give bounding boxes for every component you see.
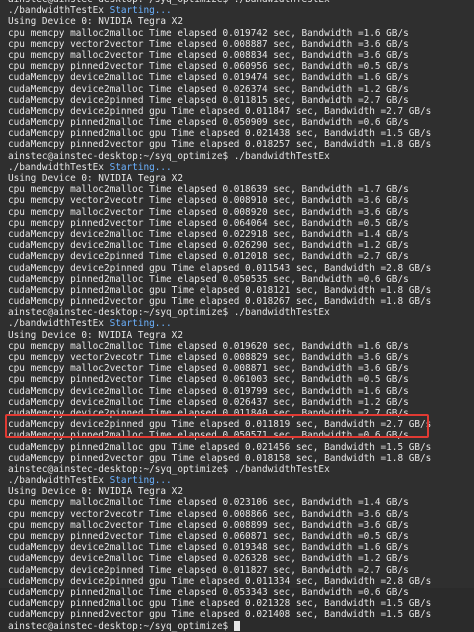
terminal-line: cudaMemcpy pinned2vector gpu Time elapse… bbox=[8, 139, 432, 151]
status-text: Starting... bbox=[109, 161, 172, 173]
terminal-line: cpu memcpy pinned2vector Time elapsed 0.… bbox=[8, 61, 409, 73]
terminal-line: cudaMemcpy device2malloc Time elapsed 0.… bbox=[8, 396, 409, 408]
terminal-line: cpu memcpy malloc2malloc Time elapsed 0.… bbox=[8, 27, 409, 39]
terminal-line-start: ./bandwidthTestEx Starting... bbox=[8, 5, 474, 16]
terminal-line: cudaMemcpy pinned2vector gpu Time elapse… bbox=[8, 296, 432, 308]
cursor-icon bbox=[233, 621, 240, 631]
terminal-line: cudaMemcpy pinned2malloc gpu Time elapse… bbox=[8, 128, 432, 140]
terminal-prompt-line: ainstec@ainstec-desktop:~/syq_optimize$ … bbox=[8, 150, 330, 162]
terminal-line: cpu memcpy pinned2vector Time elapsed 0.… bbox=[8, 531, 409, 542]
terminal-line: cudaMemcpy device2malloc Time elapsed 0.… bbox=[8, 72, 409, 84]
terminal-prompt-line: ainstec@ainstec-desktop:~/syq_optimize$ … bbox=[8, 463, 330, 475]
terminal-line: Using Device 0: NVIDIA Tegra X2 bbox=[8, 173, 183, 184]
terminal-line-start: ./bandwidthTestEx Starting... bbox=[8, 162, 474, 173]
terminal-line-start: ./bandwidthTestEx Starting... bbox=[8, 318, 474, 329]
terminal-line: cudaMemcpy pinned2malloc Time elapsed 0.… bbox=[8, 117, 409, 129]
status-text: Starting... bbox=[109, 475, 172, 487]
terminal-line: Using Device 0: NVIDIA Tegra X2 bbox=[8, 329, 183, 341]
terminal-line: Using Device 0: NVIDIA Tegra X2 bbox=[8, 16, 183, 28]
terminal-prompt-line: ainstec@ainstec-desktop:~/syq_optimize$ … bbox=[8, 307, 330, 319]
terminal-line: cudaMemcpy device2pinned Time elapsed 0.… bbox=[8, 94, 409, 106]
prompt-text: ainstec@ainstec-desktop:~/syq_optimize$ bbox=[8, 620, 234, 632]
terminal-line: cpu memcpy malloc2malloc Time elapsed 0.… bbox=[8, 184, 409, 196]
terminal-line: cpu memcpy pinned2vector Time elapsed 0.… bbox=[8, 374, 409, 386]
terminal-line: cpu memcpy malloc2malloc Time elapsed 0.… bbox=[8, 497, 409, 509]
terminal-output: ainstec@ainstec-desktop:~/syq_optimize$ … bbox=[8, 0, 474, 632]
terminal-line: cudaMemcpy device2pinned Time elapsed 0.… bbox=[8, 251, 409, 263]
terminal-line: cpu memcpy vector2vecotr Time elapsed 0.… bbox=[8, 195, 409, 207]
terminal-line-start: ./bandwidthTestEx Starting... bbox=[8, 475, 474, 486]
terminal-line: cpu memcpy malloc2malloc Time elapsed 0.… bbox=[8, 340, 409, 352]
terminal-line: cudaMemcpy device2malloc Time elapsed 0.… bbox=[8, 228, 409, 240]
terminal-line: cpu memcpy vector2vecotr Time elapsed 0.… bbox=[8, 352, 409, 363]
terminal-line: cudaMemcpy pinned2malloc Time elapsed 0.… bbox=[8, 273, 409, 285]
terminal-line: cudaMemcpy pinned2vector gpu Time elapse… bbox=[8, 609, 432, 621]
terminal-line: cudaMemcpy device2malloc Time elapsed 0.… bbox=[8, 553, 409, 565]
terminal-line: cudaMemcpy device2pinned Time elapsed 0.… bbox=[8, 564, 409, 576]
status-text: Starting... bbox=[109, 318, 172, 330]
highlight-box bbox=[5, 414, 429, 438]
terminal-line: cpu memcpy malloc2vector Time elapsed 0.… bbox=[8, 206, 409, 218]
terminal-line: cudaMemcpy pinned2vector gpu Time elapse… bbox=[8, 452, 432, 464]
terminal-line: cpu memcpy malloc2vector Time elapsed 0.… bbox=[8, 519, 409, 531]
terminal-line: cudaMemcpy device2malloc Time elapsed 0.… bbox=[8, 385, 409, 397]
terminal-line: cudaMemcpy pinned2malloc gpu Time elapse… bbox=[8, 598, 432, 610]
command-echo: ./bandwidthTestEx bbox=[8, 161, 110, 173]
terminal-line: cpu memcpy pinned2vector Time elapsed 0.… bbox=[8, 217, 409, 229]
terminal-line: cudaMemcpy device2pinned gpu Time elapse… bbox=[8, 262, 432, 274]
terminal-prompt-active: ainstec@ainstec-desktop:~/syq_optimize$ bbox=[8, 621, 474, 632]
terminal-line: cudaMemcpy pinned2malloc gpu Time elapse… bbox=[8, 441, 432, 453]
terminal-line: cpu memcpy malloc2vector Time elapsed 0.… bbox=[8, 49, 409, 61]
terminal-window[interactable]: ainstec@ainstec-desktop:~/syq_optimize$ … bbox=[0, 0, 474, 632]
status-text: Starting... bbox=[109, 5, 172, 17]
command-echo: ./bandwidthTestEx bbox=[8, 5, 110, 17]
terminal-line: cudaMemcpy device2pinned gpu Time elapse… bbox=[8, 105, 432, 117]
terminal-line: cpu memcpy vector2vecotr Time elapsed 0.… bbox=[8, 508, 409, 520]
terminal-line: cudaMemcpy device2malloc Time elapsed 0.… bbox=[8, 542, 409, 554]
terminal-line: cpu memcpy malloc2vector Time elapsed 0.… bbox=[8, 363, 409, 375]
terminal-line: Using Device 0: NVIDIA Tegra X2 bbox=[8, 486, 183, 498]
command-echo: ./bandwidthTestEx bbox=[8, 475, 110, 487]
command-echo: ./bandwidthTestEx bbox=[8, 318, 110, 330]
terminal-line: cudaMemcpy device2malloc Time elapsed 0.… bbox=[8, 83, 409, 95]
terminal-line: cudaMemcpy device2pinned gpu Time elapse… bbox=[8, 575, 432, 587]
terminal-line: cudaMemcpy pinned2malloc gpu Time elapse… bbox=[8, 284, 432, 296]
terminal-line: cudaMemcpy pinned2malloc Time elapsed 0.… bbox=[8, 586, 409, 598]
terminal-line: cpu memcpy vector2vector Time elapsed 0.… bbox=[8, 38, 409, 50]
terminal-line: cudaMemcpy device2malloc Time elapsed 0.… bbox=[8, 240, 409, 252]
